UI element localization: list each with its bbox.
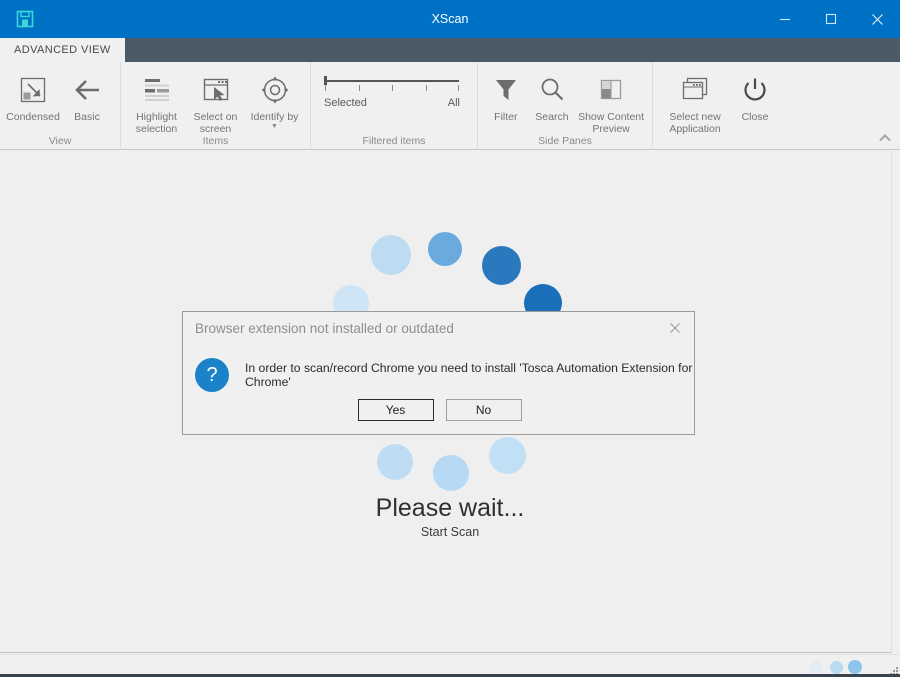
chevron-down-icon[interactable]: ▼ bbox=[271, 123, 278, 130]
chevron-up-icon[interactable] bbox=[876, 129, 894, 147]
ribbon-button-basic[interactable]: Basic bbox=[60, 66, 114, 123]
funnel-icon bbox=[492, 70, 520, 110]
close-icon[interactable] bbox=[854, 0, 900, 38]
ribbon-label: Select on screen bbox=[194, 111, 238, 135]
ribbon-group-title: Side Panes bbox=[478, 135, 652, 150]
magnifier-icon bbox=[538, 70, 566, 110]
status-spinner-dot bbox=[848, 660, 862, 674]
slider-min-label: Selected bbox=[324, 97, 367, 109]
ribbon-label: Highlight selection bbox=[136, 111, 177, 135]
spinner-dot bbox=[428, 232, 462, 266]
ribbon-button-search[interactable]: Search bbox=[528, 66, 577, 123]
title-bar: XScan bbox=[0, 0, 900, 38]
spinner-dot bbox=[377, 444, 413, 480]
slider-track[interactable] bbox=[325, 80, 459, 82]
ribbon-label: Close bbox=[742, 111, 769, 123]
wait-title: Please wait... bbox=[0, 494, 900, 523]
ribbon-label: Condensed bbox=[6, 111, 60, 123]
ribbon-button-identify-by[interactable]: Identify by ▼ bbox=[245, 66, 304, 130]
tab-advanced-view[interactable]: ADVANCED VIEW bbox=[0, 38, 125, 62]
minimize-icon[interactable] bbox=[762, 0, 808, 38]
maximize-icon[interactable] bbox=[808, 0, 854, 38]
wait-subtitle: Start Scan bbox=[0, 525, 900, 539]
content-preview-icon bbox=[597, 70, 625, 110]
dialog-body: ? In order to scan/record Chrome you nee… bbox=[183, 346, 696, 404]
slider-labels: Selected All bbox=[323, 97, 461, 109]
dialog-buttons: Yes No bbox=[183, 399, 696, 421]
ribbon-group-application: Select new Application Close bbox=[652, 62, 792, 150]
slider-max-label: All bbox=[448, 97, 460, 109]
ribbon-group-view: Condensed Basic View bbox=[0, 62, 120, 150]
ribbon-button-select-on-screen[interactable]: Select on screen bbox=[186, 66, 245, 135]
xscan-window: XScan ADVANCED VIEW bbox=[0, 0, 900, 677]
ribbon-group-title: Items bbox=[121, 135, 310, 150]
ribbon-tabstrip: ADVANCED VIEW bbox=[0, 38, 900, 62]
ribbon-button-select-new-application[interactable]: Select new Application bbox=[659, 66, 731, 135]
slider-thumb[interactable] bbox=[324, 76, 327, 85]
ribbon-group-title: Filtered items bbox=[311, 135, 477, 150]
condensed-view-icon bbox=[18, 70, 48, 110]
ribbon-button-condensed[interactable]: Condensed bbox=[6, 66, 60, 123]
filtered-items-slider[interactable]: Selected All bbox=[317, 66, 467, 109]
back-arrow-icon bbox=[71, 70, 103, 110]
ribbon-label: Identify by bbox=[251, 111, 299, 123]
slider-ticks bbox=[325, 85, 459, 93]
windows-stack-icon bbox=[680, 70, 710, 110]
ribbon-button-highlight-selection[interactable]: Highlight selection bbox=[127, 66, 186, 135]
ribbon-group-filtered-items: Selected All Filtered items bbox=[310, 62, 477, 150]
question-mark-icon: ? bbox=[195, 358, 229, 392]
highlight-selection-icon bbox=[142, 70, 172, 110]
yes-button[interactable]: Yes bbox=[358, 399, 434, 421]
status-spinner-dot bbox=[810, 661, 823, 674]
spinner-dot bbox=[371, 235, 411, 275]
ribbon-label: Select new Application bbox=[669, 111, 720, 135]
ribbon-label: Filter bbox=[494, 111, 517, 123]
identify-by-target-icon bbox=[260, 70, 290, 110]
ribbon-label: Search bbox=[535, 111, 568, 123]
spinner-dot bbox=[489, 437, 526, 474]
ribbon-group-title bbox=[653, 147, 792, 150]
no-button[interactable]: No bbox=[446, 399, 522, 421]
ribbon-button-filter[interactable]: Filter bbox=[484, 66, 528, 123]
ribbon-group-side-panes: Filter Search bbox=[477, 62, 652, 150]
spinner-dot bbox=[433, 455, 469, 491]
browser-extension-dialog: Browser extension not installed or outda… bbox=[182, 311, 695, 435]
close-icon[interactable] bbox=[664, 318, 686, 338]
ribbon-toolbar: Condensed Basic View bbox=[0, 62, 900, 150]
dialog-message: In order to scan/record Chrome you need … bbox=[245, 361, 696, 389]
ribbon-button-close[interactable]: Close bbox=[731, 66, 779, 123]
select-on-screen-icon bbox=[201, 70, 231, 110]
spinner-dot bbox=[482, 246, 521, 285]
power-icon bbox=[741, 70, 769, 110]
ribbon-group-items: Highlight selection Select on scre bbox=[120, 62, 310, 150]
ribbon-label: Show Content Preview bbox=[578, 111, 644, 135]
ribbon-label: Basic bbox=[74, 111, 100, 123]
window-controls bbox=[762, 0, 900, 38]
ribbon-button-show-content-preview[interactable]: Show Content Preview bbox=[576, 66, 646, 135]
vertical-scrollbar[interactable] bbox=[891, 151, 900, 653]
save-disk-icon bbox=[12, 6, 38, 32]
dialog-title: Browser extension not installed or outda… bbox=[195, 321, 454, 336]
ribbon-group-title: View bbox=[0, 135, 120, 150]
status-spinner-dot bbox=[830, 661, 843, 674]
